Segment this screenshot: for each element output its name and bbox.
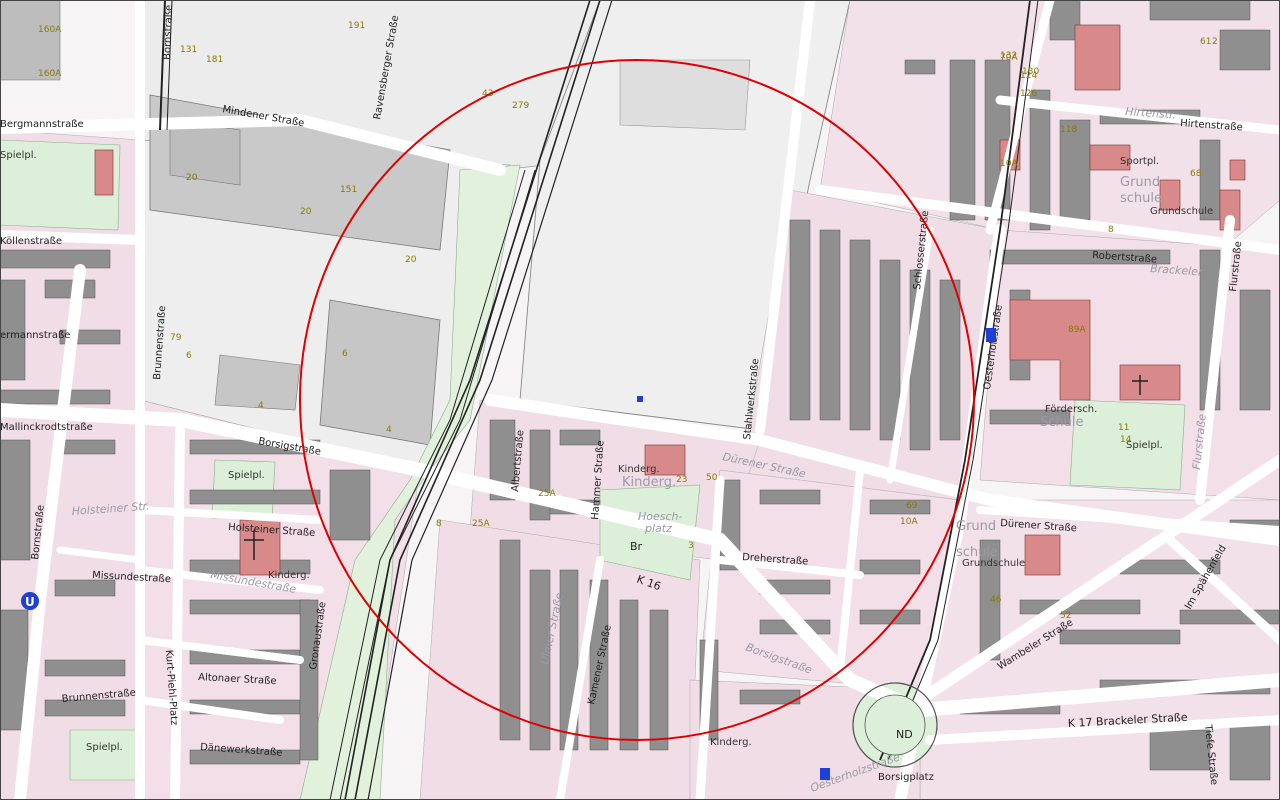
house-number: 11: [1118, 423, 1129, 433]
street-label-bornstrasse-top: Bornstraße: [162, 5, 175, 60]
poi-label-br: Br: [630, 540, 643, 553]
poi-label-sportplatz: Sportpl.: [1120, 156, 1159, 167]
house-number: 25A: [538, 489, 556, 499]
subway-station-icon[interactable]: U: [21, 592, 39, 610]
street-label-ermannstrasse: ermannstraße: [0, 330, 70, 341]
house-number: 20: [186, 173, 198, 183]
house-number: 2: [1212, 37, 1218, 47]
street-label-borsigplatz: Borsigplatz: [878, 772, 934, 783]
house-number: 89A: [1068, 325, 1086, 335]
house-number: 52: [1060, 611, 1071, 621]
location-marker[interactable]: [637, 396, 643, 402]
poi-label-kinderg-ghost: Kinderg.: [622, 475, 676, 490]
house-number: 4: [258, 401, 264, 411]
house-number: 25A: [472, 519, 490, 529]
poi-label-grundschule-b: schule: [1120, 191, 1162, 206]
house-number: 46: [990, 595, 1002, 605]
subway-symbol: U: [25, 595, 35, 609]
poi-label-spielplatz-2: Spielpl.: [1126, 440, 1163, 451]
house-number: 181: [206, 55, 223, 65]
house-number: 4: [386, 425, 392, 435]
house-number: 8: [436, 519, 442, 529]
house-number: 132: [1000, 51, 1017, 61]
house-number: 6: [186, 351, 192, 361]
poi-label-grundschule2-c: Grundschule: [962, 558, 1025, 569]
poi-label-grundschule-a: Grund: [1120, 175, 1160, 190]
poi-label-kinderg-2: Kinderg.: [268, 570, 310, 581]
house-number: 126: [1020, 89, 1037, 99]
poi-label-spielplatz-1: Spielpl.: [228, 470, 265, 481]
house-number: 10A: [1000, 159, 1018, 169]
house-number: 50: [706, 473, 718, 483]
house-number: 191: [348, 21, 365, 31]
house-number: 61: [1200, 37, 1211, 47]
map-canvas[interactable]: Bergmannstraße Mindener Straße Ravensber…: [0, 0, 1280, 800]
house-number: 68: [1190, 169, 1202, 179]
house-number: 130: [1022, 67, 1039, 77]
house-number: 151: [340, 185, 357, 195]
house-number: 14: [1120, 435, 1132, 445]
house-number: 160A: [38, 69, 62, 79]
house-number: 23: [676, 475, 687, 485]
poi-label-kinderg: Kinderg.: [618, 464, 660, 475]
street-label-koellenstrasse: Köllenstraße: [0, 236, 62, 247]
poi-label-schule: Schule: [1040, 415, 1084, 430]
house-number: 160A: [38, 25, 62, 35]
poi-label-kinderg-3: Kinderg.: [710, 737, 752, 748]
house-number: 10A: [900, 517, 918, 527]
house-number: 6: [342, 349, 348, 359]
poi-label-foerderschule: Förder­sch.: [1045, 404, 1097, 415]
tram-stop-icon-2[interactable]: [820, 768, 830, 780]
tram-stop-icon[interactable]: [986, 328, 996, 342]
poi-label-hoeschplatz-b: platz: [644, 522, 672, 535]
street-label-mallinckrodtstrasse: Mallinckrodtstraße: [0, 422, 93, 433]
house-number: 20: [405, 255, 417, 265]
poi-label-spielplatz-4: Spielpl.: [0, 150, 37, 161]
house-number: 20: [300, 207, 312, 217]
poi-label-grundschule2-a: Grund: [956, 519, 996, 534]
house-number: 3: [688, 541, 694, 551]
street-label-bergmannstrasse: Bergmannstraße: [0, 119, 84, 130]
house-number: 118: [1060, 125, 1077, 135]
house-number: 69: [906, 501, 918, 511]
house-number: 8: [1108, 225, 1114, 235]
poi-label-spielplatz-3: Spielpl.: [86, 742, 123, 753]
poi-label-nd: ND: [896, 728, 913, 741]
poi-label-grundschule-c: Grundschule: [1150, 206, 1213, 217]
house-number: 131: [180, 45, 197, 55]
house-number: 79: [170, 333, 182, 343]
house-number: 279: [512, 101, 529, 111]
